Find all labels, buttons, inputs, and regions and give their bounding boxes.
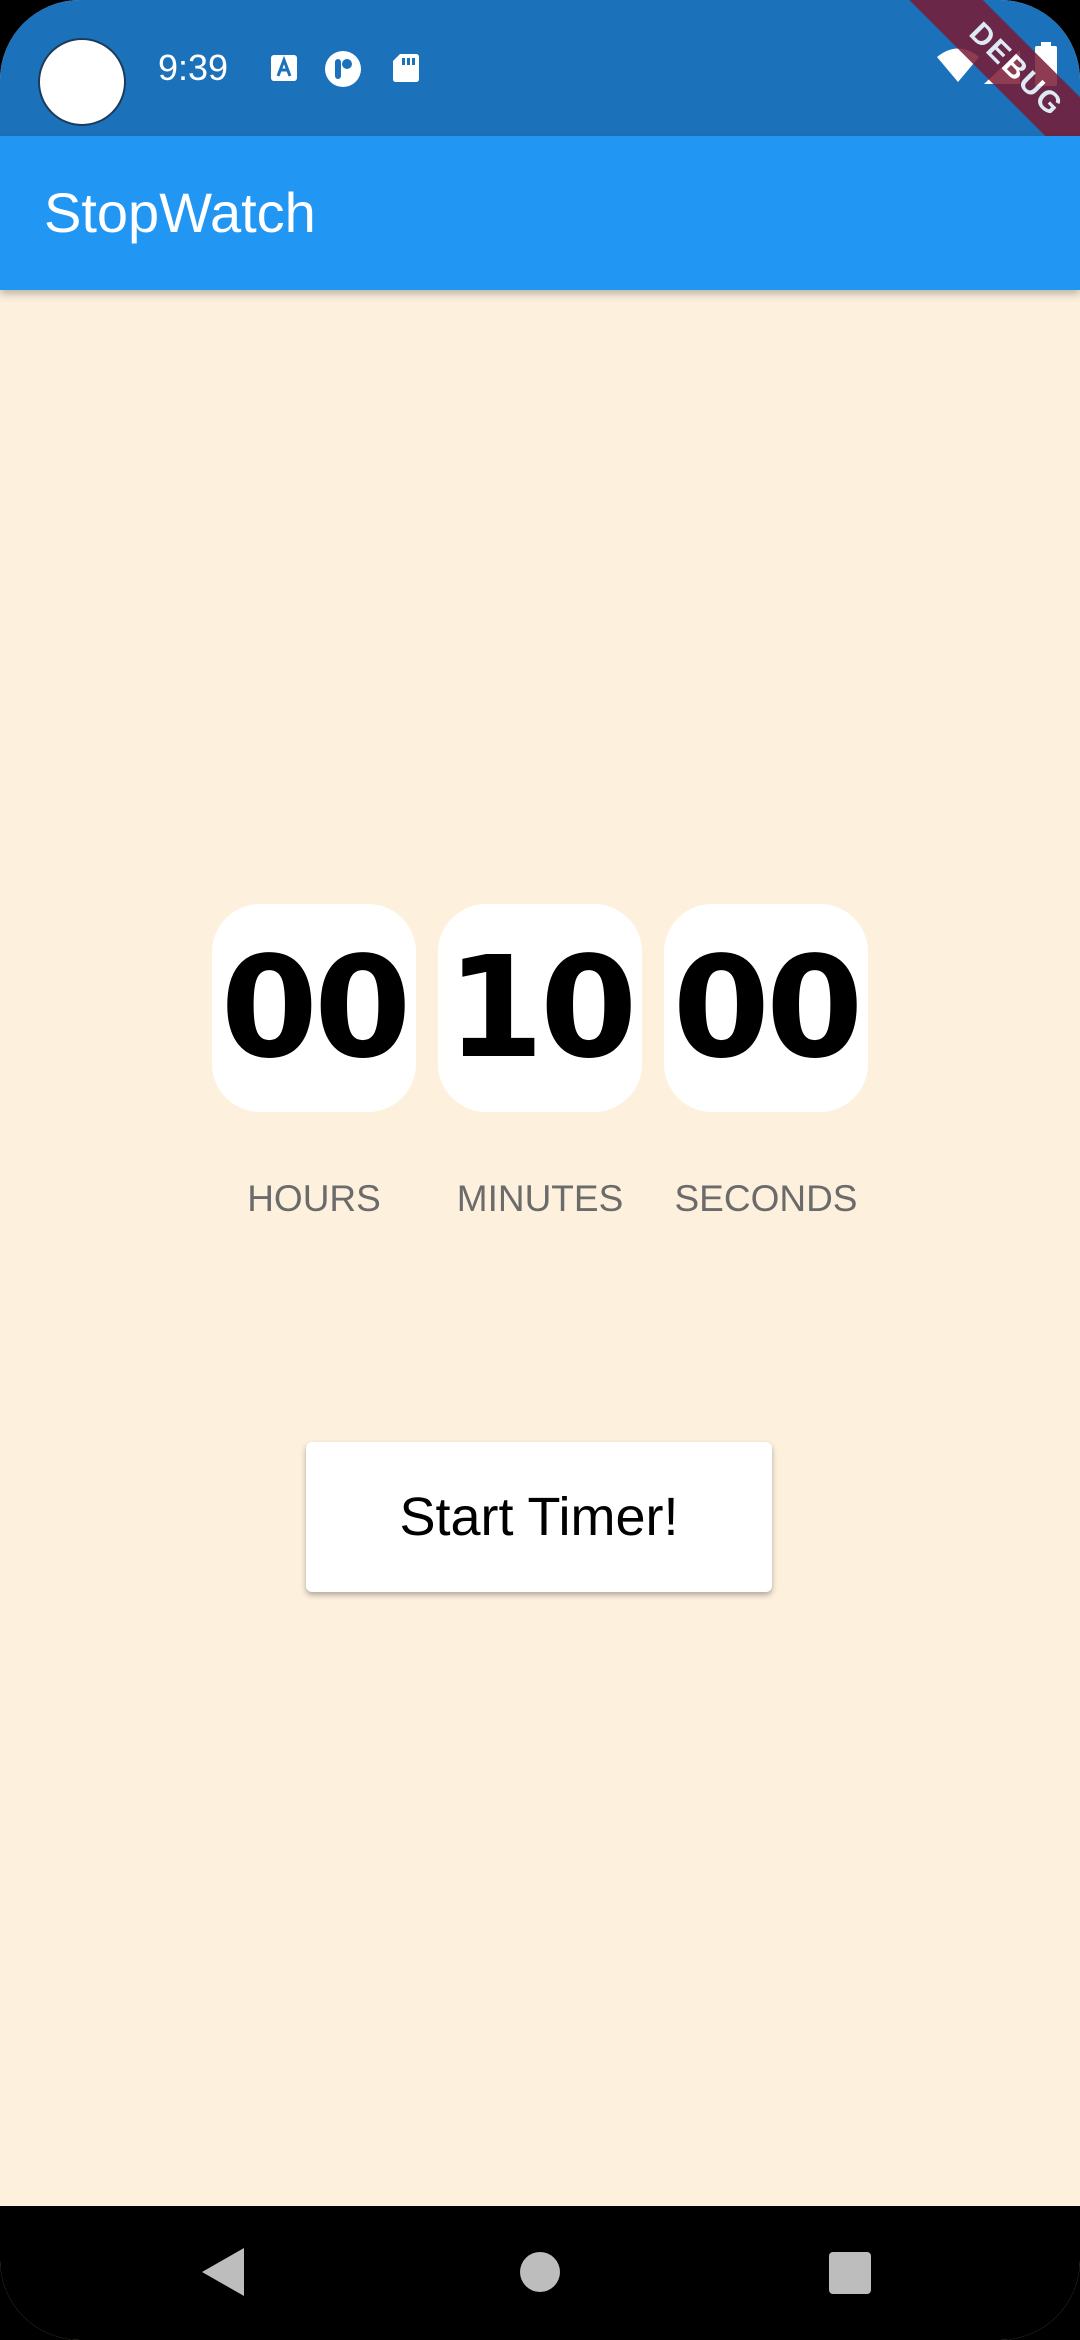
status-bar: 9:39 DEBUG	[0, 0, 1080, 181]
app-bar: StopWatch	[0, 136, 1080, 290]
minutes-label: MINUTES	[456, 1178, 624, 1219]
hours-value: 00	[212, 904, 416, 1112]
home-icon[interactable]	[520, 2252, 560, 2292]
seconds-label: SECONDS	[674, 1178, 858, 1219]
sd-card-icon	[393, 54, 419, 82]
back-icon[interactable]	[200, 2246, 246, 2298]
minutes-value: 10	[438, 904, 642, 1112]
seconds-value: 00	[664, 904, 868, 1112]
navigation-bar	[0, 2206, 1080, 2340]
start-timer-button[interactable]: Start Timer!	[306, 1442, 772, 1592]
a-icon	[271, 55, 297, 81]
app-title: StopWatch	[44, 181, 316, 244]
screen: 9:39 DEBUG StopWatch 00 10 00 HOURS MINU…	[0, 0, 1080, 2340]
recents-icon[interactable]	[829, 2252, 871, 2294]
hours-label: HOURS	[247, 1178, 381, 1219]
p-icon	[325, 51, 361, 87]
status-time: 9:39	[158, 47, 229, 88]
timer-display: 00 10 00	[212, 904, 868, 1112]
camera-cutout	[38, 38, 126, 126]
